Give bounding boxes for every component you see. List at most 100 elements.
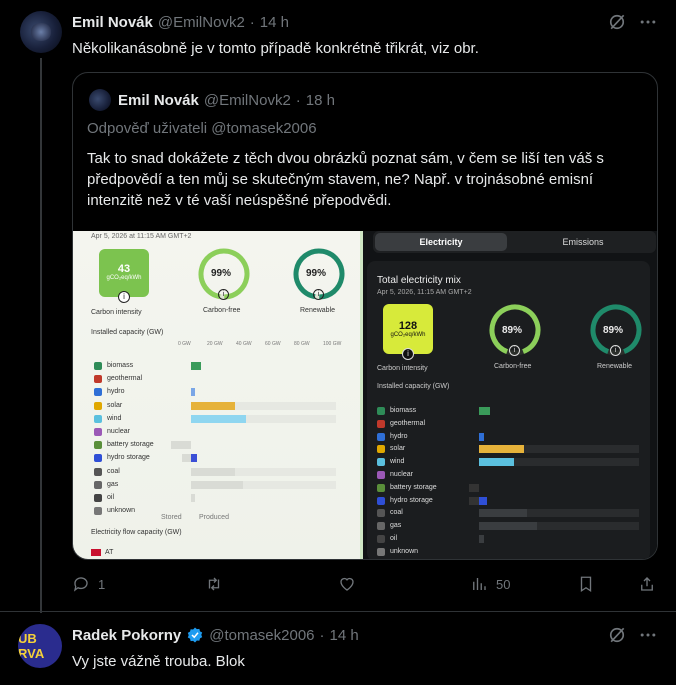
- mix-title: Total electricity mix: [377, 275, 461, 286]
- analytics-icon: [473, 578, 486, 590]
- reply-button[interactable]: 1: [72, 575, 105, 593]
- author-name[interactable]: Emil Novák: [72, 14, 153, 31]
- reply-author-avatar[interactable]: UB RVA: [18, 624, 62, 668]
- capacity-bar: [479, 496, 487, 505]
- tab-electricity[interactable]: Electricity: [375, 233, 507, 251]
- coal-icon: [94, 467, 102, 476]
- carbon-label: Carbon intensity: [91, 309, 142, 316]
- hydro-icon: [94, 388, 102, 397]
- oil-icon: [377, 535, 385, 543]
- capacity-row-label: battery storage: [107, 441, 154, 449]
- verified-badge-icon: [188, 627, 203, 643]
- renewable-value: 99%: [306, 268, 327, 279]
- capacity-row-label: oil: [390, 535, 398, 542]
- capacity-row-label: hydro storage: [107, 454, 150, 462]
- quoted-tweet[interactable]: Emil Novák @EmilNovk2 · 18 h Odpověď uži…: [72, 72, 658, 560]
- carbon-free-label: Carbon-free: [203, 307, 241, 314]
- media-image-actual[interactable]: Electricity Emissions Total electricity …: [363, 231, 657, 559]
- capacity-bar: [479, 509, 527, 518]
- info-icon[interactable]: i: [402, 348, 414, 360]
- battery-storage-icon: [94, 441, 102, 450]
- renewable-label: Renewable: [300, 307, 336, 314]
- produced-label: Produced: [199, 514, 229, 521]
- capacity-axis: 0 GW 20 GW 40 GW 60 GW 80 GW 100 GW: [178, 341, 348, 347]
- bookmark-button[interactable]: [577, 575, 595, 593]
- renewable-value: 89%: [603, 325, 624, 336]
- battery-storage-icon: [377, 483, 385, 492]
- reply-to-label: Odpověď uživateli @tomasek2006: [87, 120, 317, 137]
- solar-icon: [377, 445, 385, 454]
- capacity-row-label: gas: [390, 522, 402, 530]
- bookmark-icon: [580, 576, 592, 593]
- unknown-icon: [94, 507, 102, 516]
- divider: [0, 611, 676, 612]
- carbon-unit: gCO₂eq/kWh: [390, 332, 426, 338]
- tweet-header: Emil Novák @EmilNovk2 · 14 h: [72, 14, 289, 31]
- axis-tick: 20 GW: [207, 341, 223, 347]
- capacity-bar: [479, 522, 537, 531]
- tweet-text: Několikanásobně je v tomto případě konkr…: [72, 40, 479, 57]
- oil-icon: [94, 494, 102, 502]
- renewable-label: Renewable: [597, 363, 633, 370]
- info-icon[interactable]: i: [610, 345, 621, 356]
- info-icon[interactable]: i: [313, 289, 324, 300]
- capacity-title: Installed capacity (GW): [91, 329, 164, 336]
- avatar-text: UB RVA: [18, 631, 45, 661]
- dot-separator: ·: [295, 92, 301, 109]
- view-count: 50: [496, 576, 511, 592]
- nuclear-icon: [377, 471, 385, 479]
- more-icon[interactable]: [638, 12, 658, 32]
- reply-count: 1: [98, 576, 106, 592]
- carbon-free-value: 99%: [211, 268, 232, 279]
- like-button[interactable]: [338, 575, 356, 593]
- capacity-row-label: solar: [107, 401, 123, 409]
- capacity-row-label: hydro: [390, 432, 408, 440]
- author-avatar[interactable]: [20, 11, 62, 53]
- media-image-forecast[interactable]: Apr 5, 2026 at 11:15 AM GMT+2 43 gCO₂eq/…: [73, 231, 363, 559]
- capacity-row-label: nuclear: [107, 428, 130, 435]
- capacity-bar: [191, 454, 197, 463]
- capacity-row-label: unknown: [107, 507, 136, 515]
- reply-author-name[interactable]: Radek Pokorny: [72, 627, 181, 644]
- capacity-bar: [479, 407, 491, 415]
- capacity-title: Installed capacity (GW): [377, 383, 450, 390]
- capacity-bar: [191, 362, 202, 370]
- carbon-value: 128: [398, 320, 418, 332]
- quote-avatar: [89, 89, 111, 111]
- more-icon[interactable]: [638, 625, 658, 645]
- capacity-row-label: solar: [390, 445, 406, 453]
- biomass-icon: [377, 407, 385, 415]
- info-icon[interactable]: i: [218, 289, 229, 300]
- carbon-value: 43: [117, 263, 131, 275]
- capacity-row-label: oil: [107, 494, 115, 501]
- quote-author-handle: @EmilNovk2: [203, 92, 291, 109]
- unknown-icon: [377, 547, 385, 556]
- capacity-bar: [479, 535, 484, 543]
- carbon-intensity-box: 43 gCO₂eq/kWh: [99, 249, 149, 297]
- grok-icon[interactable]: [607, 625, 627, 645]
- tweet-time[interactable]: 14 h: [260, 14, 289, 31]
- reply-time[interactable]: 14 h: [330, 627, 359, 644]
- capacity-row-label: hydro storage: [390, 496, 433, 504]
- share-button[interactable]: [638, 575, 656, 593]
- capacity-row-label: geothermal: [390, 419, 426, 427]
- capacity-row-label: nuclear: [390, 471, 413, 478]
- repost-button[interactable]: [204, 575, 224, 593]
- author-handle[interactable]: @EmilNovk2: [158, 14, 245, 31]
- reply-text: Vy jste vážně trouba. Blok: [72, 653, 245, 670]
- quote-text: Tak to snad dokážete z těch dvou obrázků…: [87, 150, 604, 209]
- info-icon[interactable]: i: [509, 345, 520, 356]
- reply-author-handle[interactable]: @tomasek2006: [209, 627, 314, 644]
- grok-icon[interactable]: [607, 12, 627, 32]
- nuclear-icon: [94, 428, 102, 436]
- views-button[interactable]: 50: [470, 575, 510, 593]
- quote-media[interactable]: Apr 5, 2026 at 11:15 AM GMT+2 43 gCO₂eq/…: [73, 231, 657, 559]
- reply-icon: [73, 577, 88, 592]
- axis-tick: 60 GW: [265, 341, 281, 347]
- hydro-icon: [377, 432, 385, 441]
- tab-emissions[interactable]: Emissions: [513, 233, 653, 251]
- coal-icon: [377, 509, 385, 518]
- info-icon[interactable]: i: [118, 291, 130, 303]
- capacity-bar: [191, 480, 244, 489]
- wind-icon: [94, 414, 102, 423]
